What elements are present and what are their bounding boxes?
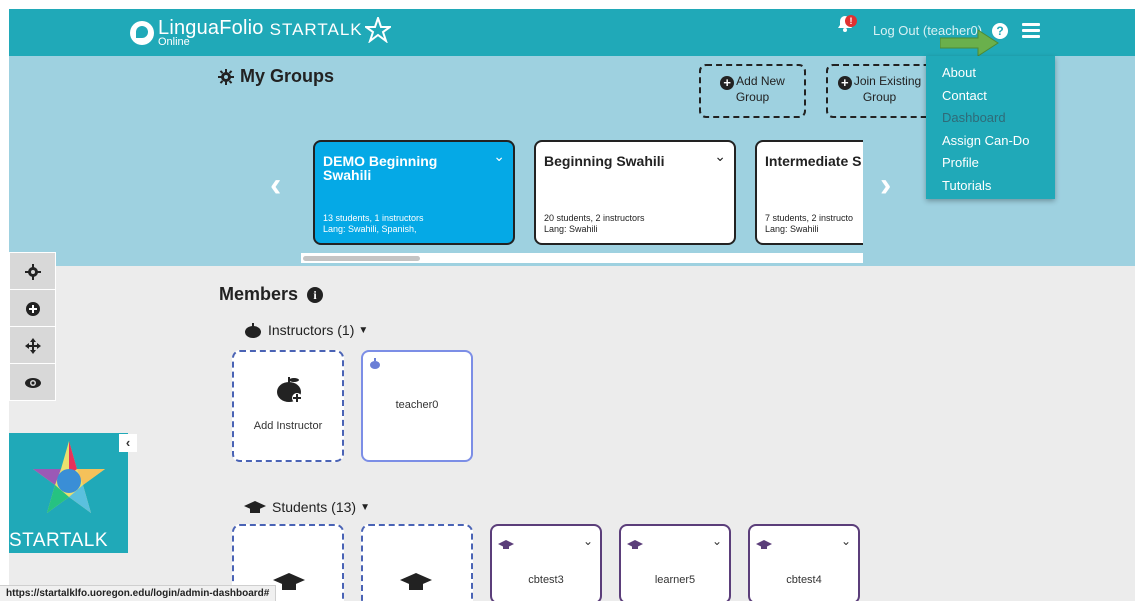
chevron-down-icon[interactable]: ⌄ — [712, 534, 722, 548]
startalk-logo-text: STARTALK — [9, 530, 109, 551]
info-icon[interactable]: i — [307, 287, 324, 303]
add-apple-icon — [277, 377, 302, 403]
plus-circle-icon: + — [720, 76, 735, 90]
group-counts: 13 students, 1 instructors — [323, 213, 424, 223]
group-name: DEMO Beginning Swahili — [323, 153, 438, 183]
group-languages: Lang: Swahili — [544, 224, 598, 234]
join-existing-group-button[interactable]: + Join Existing Group — [826, 64, 933, 118]
group-counts: 7 students, 2 instructo — [765, 213, 854, 223]
notifications-bell-icon[interactable]: ! — [834, 12, 857, 34]
menu-item-contact[interactable]: Contact — [926, 85, 1055, 108]
carousel-next-arrow[interactable]: › — [880, 168, 891, 202]
group-card-beginning-swahili[interactable]: Beginning Swahili ⌄ 20 students, 2 instr… — [534, 140, 736, 245]
students-heading: Students (13) — [272, 499, 357, 515]
gear-icon — [218, 68, 234, 85]
members-heading: Members i — [219, 284, 324, 305]
startalk-star-icon — [364, 17, 391, 43]
toolbar-add-button[interactable] — [9, 289, 56, 327]
carousel-prev-arrow[interactable]: ‹ — [270, 168, 281, 202]
add-new-group-label-1: Add New — [736, 74, 785, 88]
add-new-group-label-2: Group — [735, 90, 770, 104]
notification-badge: ! — [845, 15, 857, 27]
carousel-scrollbar[interactable] — [301, 253, 863, 263]
members-title: Members — [219, 284, 299, 304]
carousel-scrollbar-thumb[interactable] — [303, 256, 420, 261]
instructor-name: teacher0 — [395, 399, 439, 411]
caret-down-icon: ▼ — [358, 324, 369, 336]
groups-carousel: DEMO Beginning Swahili ⌄ 13 students, 1 … — [301, 140, 863, 263]
chevron-down-icon[interactable]: ⌄ — [714, 148, 726, 165]
startalk-star-logo-icon — [33, 441, 105, 513]
group-languages: Lang: Swahili — [765, 224, 819, 234]
main-menu-dropdown: About Contact Dashboard Assign Can-Do Pr… — [926, 56, 1055, 199]
graduation-cap-icon — [244, 501, 266, 513]
menu-item-about[interactable]: About — [926, 62, 1055, 85]
gear-icon — [25, 264, 41, 280]
graduation-cap-icon — [627, 540, 643, 549]
student-name: cbtest3 — [528, 574, 564, 586]
join-existing-group-label-2: Group — [862, 90, 897, 104]
group-card-demo-beginning-swahili[interactable]: DEMO Beginning Swahili ⌄ 13 students, 1 … — [313, 140, 515, 245]
graduation-cap-plus-icon — [400, 573, 432, 590]
group-name: Intermediate S — [765, 153, 862, 169]
move-arrows-icon — [25, 338, 41, 354]
plus-circle-icon: + — [837, 76, 852, 90]
logo-sub-text: Online — [158, 36, 190, 48]
instructors-toggle[interactable]: Instructors (1) ▼ — [243, 322, 368, 338]
graduation-cap-icon — [273, 573, 305, 590]
my-groups-heading: My Groups — [218, 66, 334, 87]
instructor-card[interactable]: teacher0 — [361, 350, 473, 462]
logo-main-text: LinguaFolio — [158, 17, 264, 39]
student-name: cbtest4 — [786, 574, 822, 586]
chevron-down-icon[interactable]: ⌄ — [841, 534, 851, 548]
add-instructor-label: Add Instructor — [253, 420, 323, 432]
chevron-down-icon[interactable]: ⌄ — [583, 534, 593, 548]
group-languages: Lang: Swahili, Spanish, — [323, 224, 417, 234]
collapse-panel-button[interactable]: ‹ — [119, 434, 137, 452]
group-name: Beginning Swahili — [544, 153, 665, 169]
graduation-cap-icon — [498, 540, 514, 549]
menu-item-assign-can-do[interactable]: Assign Can-Do — [926, 130, 1055, 153]
browser-status-url: https://startalklfo.uoregon.edu/login/ad… — [0, 585, 277, 601]
linguafolio-leaf-icon — [130, 21, 154, 45]
student-card[interactable]: ⌄ cbtest4 — [748, 524, 860, 601]
eye-icon — [25, 378, 41, 388]
toolbar-settings-button[interactable] — [9, 252, 56, 290]
add-new-group-button[interactable]: + Add New Group — [699, 64, 806, 118]
group-counts: 20 students, 2 instructors — [544, 213, 645, 223]
toolbar-move-button[interactable] — [9, 326, 56, 364]
chevron-down-icon[interactable]: ⌄ — [493, 148, 505, 165]
menu-item-profile[interactable]: Profile — [926, 152, 1055, 175]
menu-item-dashboard[interactable]: Dashboard — [926, 107, 1055, 130]
menu-item-tutorials[interactable]: Tutorials — [926, 175, 1055, 198]
import-students-card[interactable] — [361, 524, 473, 601]
left-toolbar — [9, 252, 56, 401]
logo-startalk-text: STARTALK — [269, 20, 363, 39]
caret-down-icon: ▼ — [360, 501, 370, 513]
hamburger-menu-icon[interactable] — [1022, 23, 1040, 38]
add-instructor-card[interactable]: Add Instructor — [232, 350, 344, 462]
toolbar-view-button[interactable] — [9, 363, 56, 401]
linguafolio-logo[interactable]: LinguaFolio Online STARTALK — [130, 15, 391, 51]
plus-circle-icon — [26, 302, 40, 316]
apple-icon — [370, 358, 380, 369]
group-card-intermediate-swahili[interactable]: Intermediate S 7 students, 2 instructo L… — [755, 140, 863, 245]
apple-icon — [245, 323, 261, 338]
join-existing-group-label-1: Join Existing — [853, 74, 922, 88]
students-toggle[interactable]: Students (13) ▼ — [243, 499, 370, 515]
startalk-logo-panel: ‹ STARTALK — [9, 433, 137, 553]
graduation-cap-icon — [756, 540, 772, 549]
instructors-heading: Instructors (1) — [268, 322, 355, 338]
green-arrow-annotation — [940, 29, 999, 57]
student-card[interactable]: ⌄ cbtest3 — [490, 524, 602, 601]
student-name: learner5 — [654, 574, 696, 586]
student-card[interactable]: ⌄ learner5 — [619, 524, 731, 601]
my-groups-title: My Groups — [240, 66, 335, 86]
